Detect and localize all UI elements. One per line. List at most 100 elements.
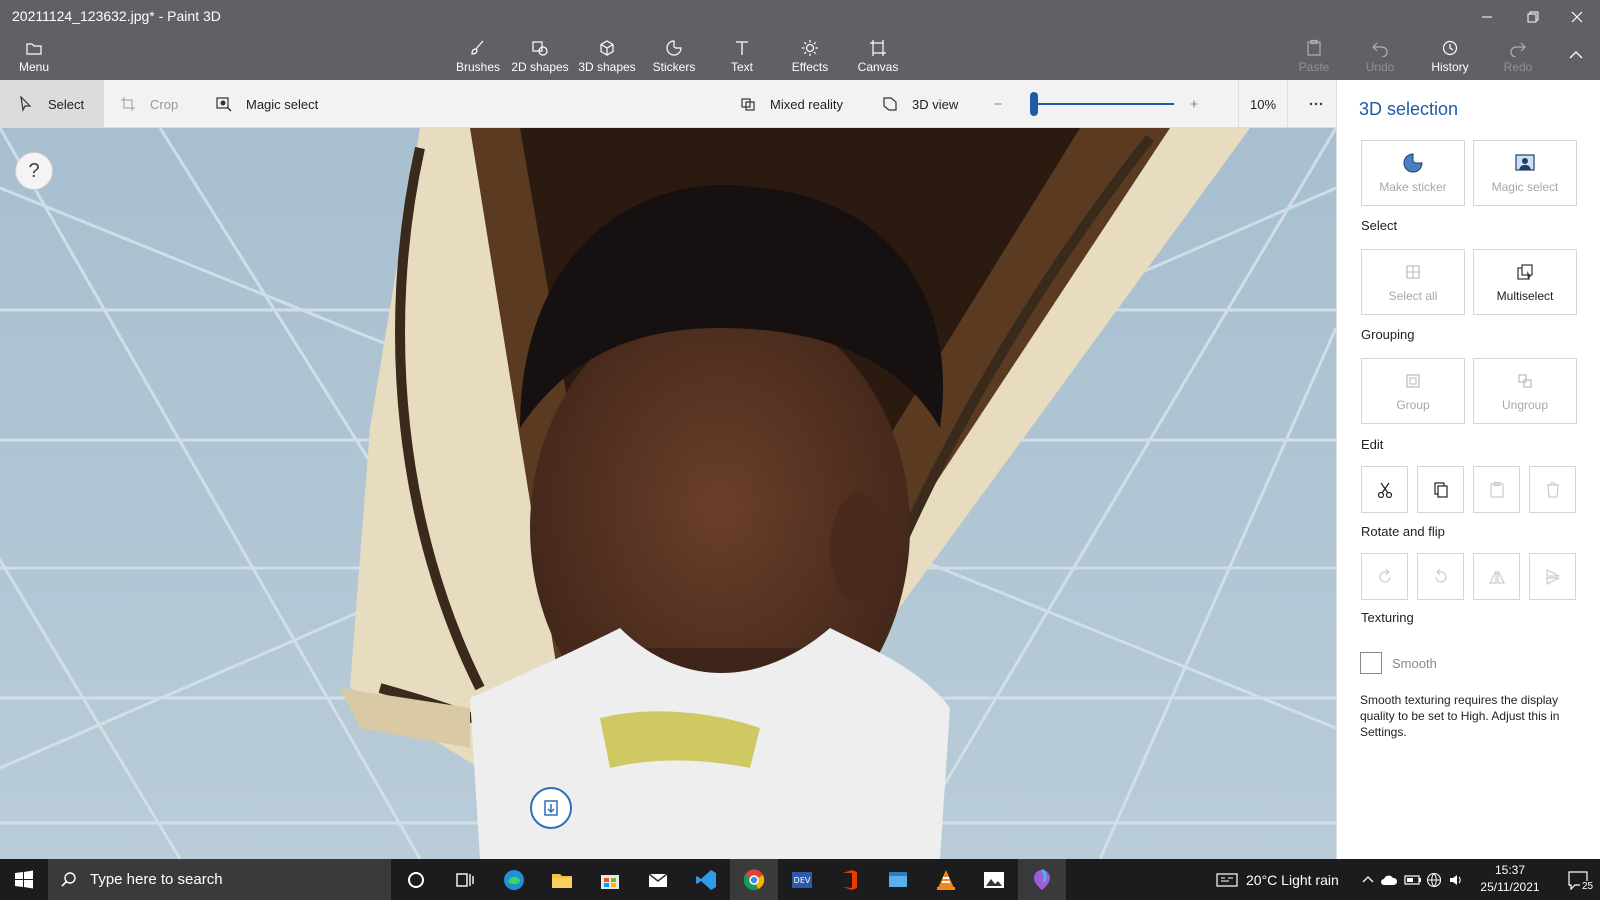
taskbar-vscode[interactable] (682, 859, 730, 900)
restore-button[interactable] (1510, 0, 1556, 33)
canvas-area[interactable] (0, 128, 1336, 859)
taskbar-office[interactable] (826, 859, 874, 900)
select-label: Select (48, 96, 85, 112)
collapse-toolbar-button[interactable] (1556, 33, 1596, 80)
battery-tray[interactable] (1404, 859, 1422, 900)
copy-button[interactable] (1417, 466, 1464, 513)
ungroup-button[interactable]: Ungroup (1473, 358, 1577, 424)
notification-center-button[interactable]: 25 (1556, 859, 1600, 900)
close-button[interactable] (1554, 0, 1600, 33)
taskbar-paint-3d[interactable] (1018, 859, 1066, 900)
group-icon (1406, 374, 1420, 388)
smooth-label: Smooth (1392, 656, 1437, 671)
svg-text:DEV: DEV (794, 876, 811, 885)
onedrive-tray[interactable] (1380, 859, 1398, 900)
chevron-up-icon (1569, 51, 1583, 59)
history-icon (1442, 40, 1458, 56)
make-sticker-button[interactable]: Make sticker (1361, 140, 1465, 206)
taskbar-edge[interactable] (490, 859, 538, 900)
smooth-checkbox[interactable] (1360, 652, 1382, 674)
mixed-reality-icon (741, 98, 755, 111)
taskbar-store[interactable] (586, 859, 634, 900)
flip-vertical-button[interactable] (1529, 553, 1576, 600)
flip-horizontal-button[interactable] (1473, 553, 1520, 600)
window-title: 20211124_123632.jpg* - Paint 3D (12, 8, 221, 24)
3d-view-icon (883, 97, 897, 111)
tab-3d-shapes[interactable]: 3D shapes (574, 33, 640, 80)
network-tray[interactable] (1426, 859, 1442, 900)
taskbar-search[interactable]: Type here to search (48, 859, 391, 900)
undo-icon (1372, 42, 1388, 57)
tab-brushes[interactable]: Brushes (446, 33, 510, 80)
zoom-slider-thumb[interactable] (1030, 92, 1038, 116)
zoom-slider-track[interactable] (1034, 103, 1174, 105)
group-button[interactable]: Group (1361, 358, 1465, 424)
taskbar-vlc[interactable] (922, 859, 970, 900)
rotate-left-button[interactable] (1361, 553, 1408, 600)
magic-select-panel-button[interactable]: Magic select (1473, 140, 1577, 206)
3d-view-button[interactable]: 3D view (882, 80, 972, 128)
paste-label: Paste (1298, 60, 1330, 74)
redo-button[interactable]: Redo (1500, 33, 1536, 80)
cortana-button[interactable] (392, 859, 440, 900)
notification-count: 25 (1580, 881, 1596, 892)
battery-icon (1404, 874, 1421, 885)
history-button[interactable]: History (1424, 33, 1476, 80)
select-tool-button[interactable]: Select (0, 80, 104, 128)
mail-icon (648, 872, 668, 887)
taskbar-dev[interactable]: DEV (778, 859, 826, 900)
panel-title: 3D selection (1359, 99, 1459, 119)
selection-depth-handle[interactable] (530, 787, 572, 829)
zoom-in-button[interactable] (1190, 80, 1212, 128)
tab-2d-shapes[interactable]: 2D shapes (508, 33, 572, 80)
tab-effects[interactable]: Effects (778, 33, 842, 80)
taskbar-weather[interactable]: 20°C Light rain (1216, 859, 1339, 900)
group-label: Group (1396, 398, 1430, 412)
2d-shapes-icon (532, 41, 548, 56)
tab-stickers[interactable]: Stickers (642, 33, 706, 80)
brush-icon (471, 40, 484, 55)
folder-icon (552, 873, 572, 888)
show-hidden-icons-button[interactable] (1362, 859, 1374, 900)
taskbar-photos[interactable] (970, 859, 1018, 900)
task-view-button[interactable] (440, 859, 488, 900)
multiselect-button[interactable]: Multiselect (1473, 249, 1577, 315)
paste-panel-button[interactable] (1473, 466, 1520, 513)
ungroup-icon (1518, 374, 1532, 388)
start-button[interactable] (0, 859, 48, 900)
ungroup-label: Ungroup (1501, 398, 1549, 412)
rotate-right-button[interactable] (1417, 553, 1464, 600)
menu-button[interactable]: Menu (12, 33, 56, 80)
more-options-button[interactable] (1298, 80, 1334, 128)
crop-button[interactable]: Crop (120, 80, 200, 128)
globe-icon (1426, 872, 1442, 887)
magic-select-label: Magic select (1491, 180, 1559, 194)
magic-select-button[interactable]: Magic select (216, 80, 336, 128)
volume-tray[interactable] (1448, 859, 1464, 900)
redo-icon (1510, 42, 1526, 57)
zoom-out-button[interactable] (994, 80, 1016, 128)
select-all-button[interactable]: Select all (1361, 249, 1465, 315)
paste-button[interactable]: Paste (1296, 33, 1332, 80)
help-button[interactable]: ? (15, 152, 53, 190)
taskbar: Type here to search DEV 20°C Light rain … (0, 859, 1600, 900)
canvas-icon (870, 40, 886, 56)
taskbar-file-explorer[interactable] (538, 859, 586, 900)
crop-icon (121, 97, 135, 111)
taskbar-app[interactable] (874, 859, 922, 900)
undo-button[interactable]: Undo (1362, 33, 1398, 80)
tab-canvas[interactable]: Canvas (846, 33, 910, 80)
delete-button[interactable] (1529, 466, 1576, 513)
tab-text[interactable]: Text (712, 33, 772, 80)
taskbar-chrome[interactable] (730, 859, 778, 900)
taskbar-clock[interactable]: 15:37 25/11/2021 (1466, 862, 1554, 896)
mixed-reality-button[interactable]: Mixed reality (740, 80, 860, 128)
cortana-icon (408, 871, 424, 888)
cut-button[interactable] (1361, 466, 1408, 513)
more-icon (1309, 102, 1323, 106)
make-sticker-label: Make sticker (1379, 180, 1447, 194)
minimize-button[interactable] (1464, 0, 1510, 33)
sticker-icon (1403, 153, 1423, 173)
taskbar-mail[interactable] (634, 859, 682, 900)
zoom-level[interactable]: 10% (1238, 80, 1288, 128)
